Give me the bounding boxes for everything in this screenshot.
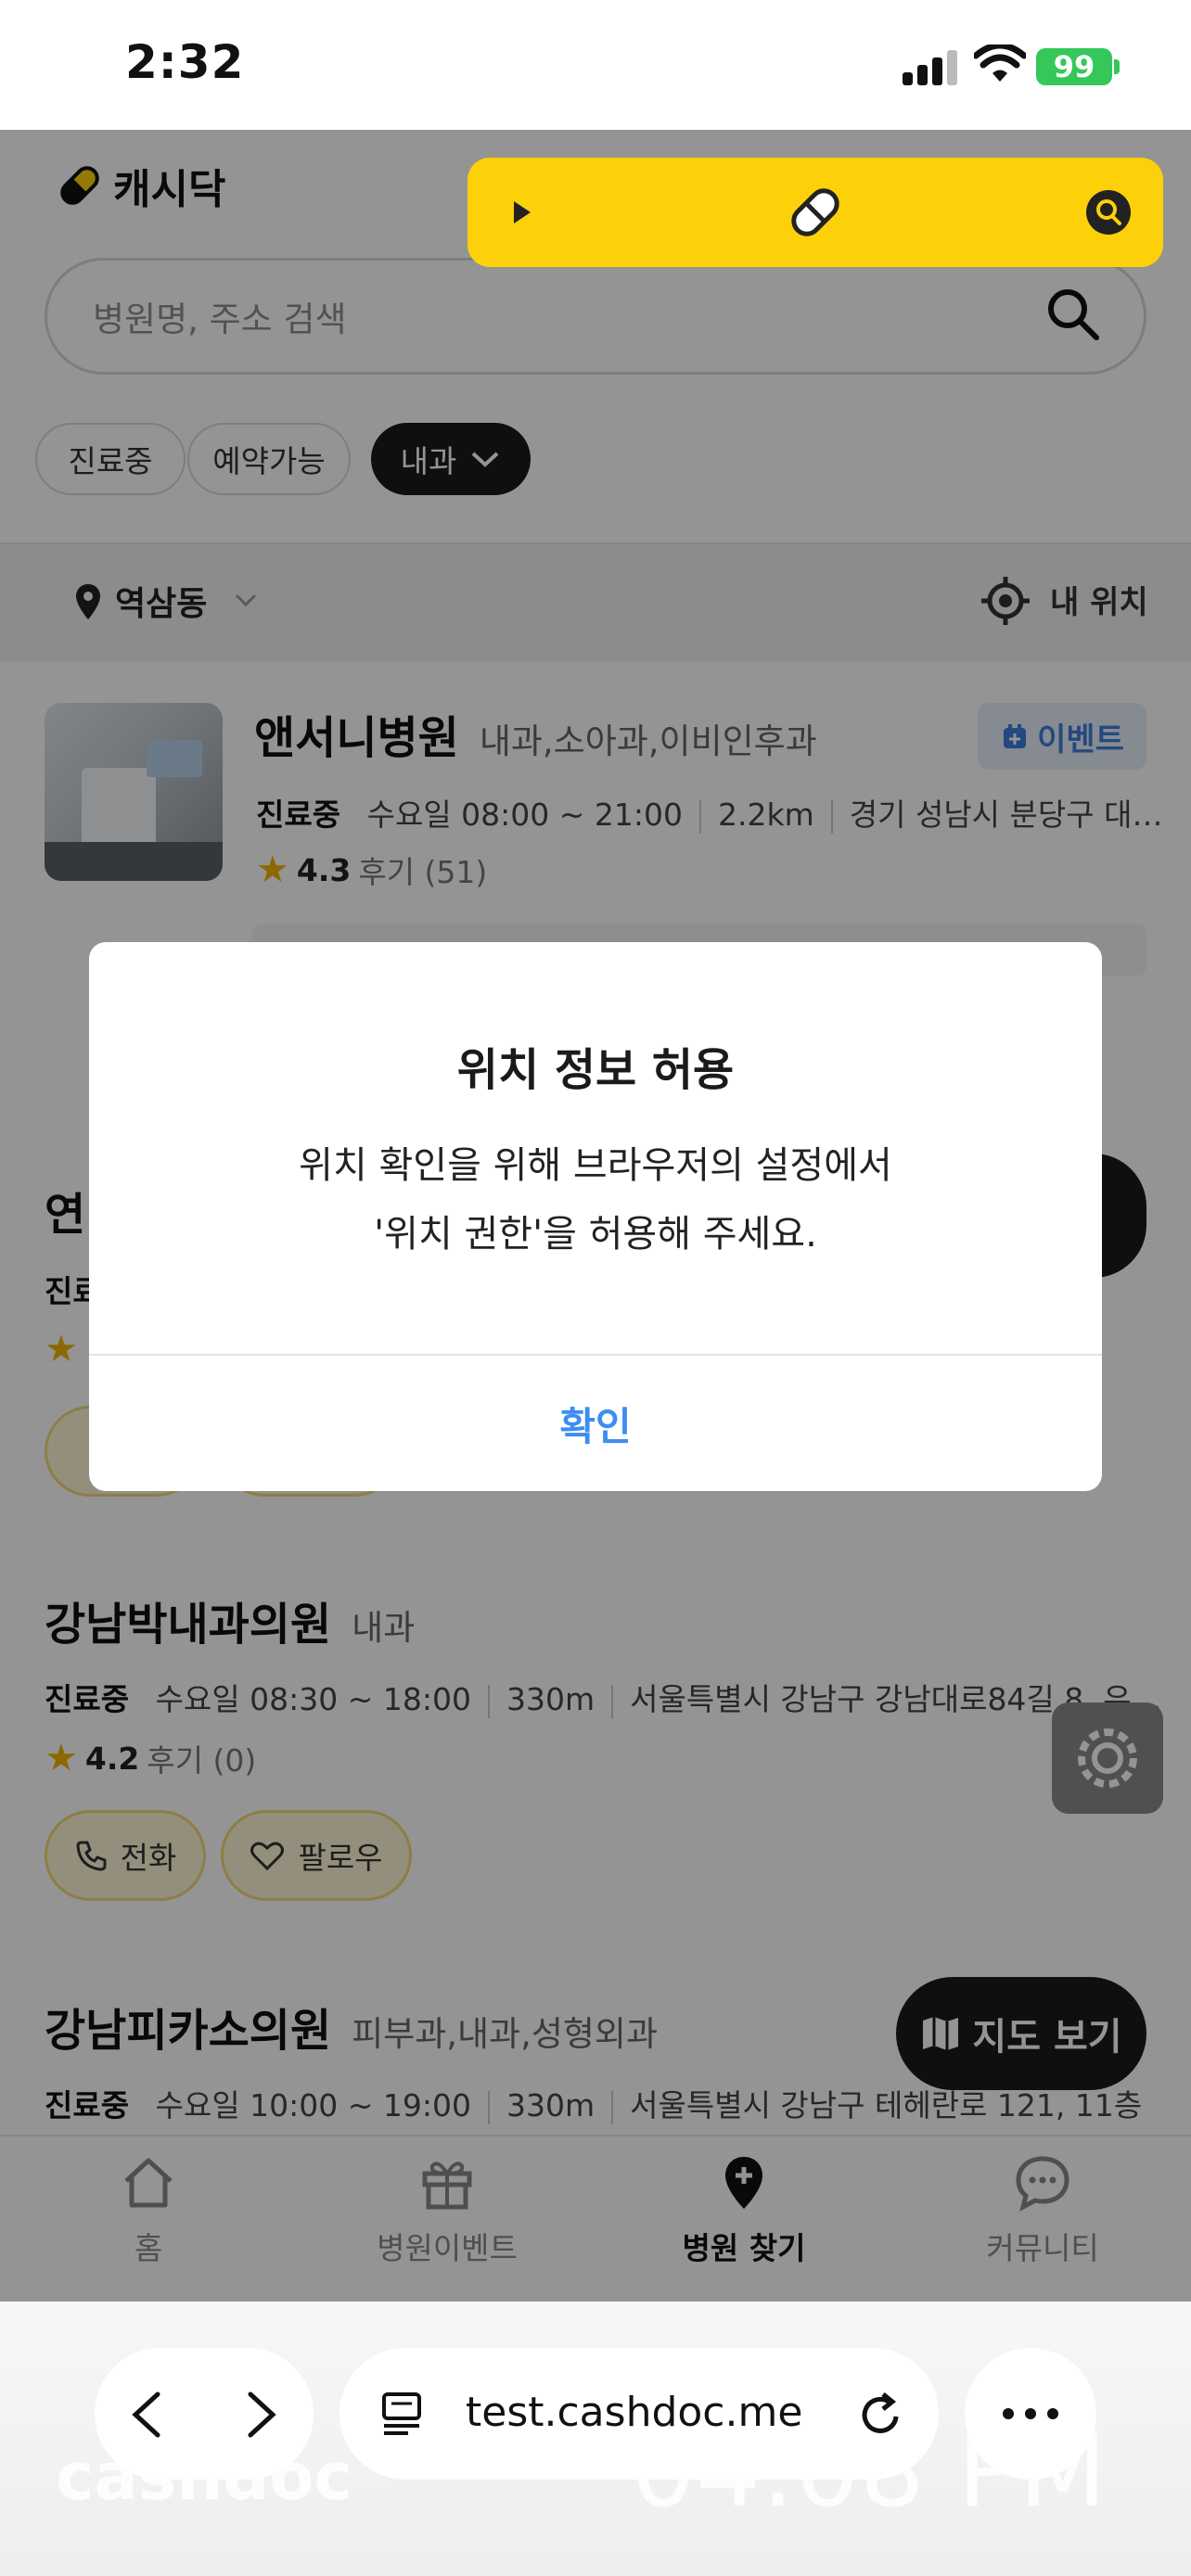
status-time: 2:32: [125, 35, 245, 89]
battery-tip: [1114, 59, 1120, 74]
wifi-icon: [974, 45, 1026, 82]
play-icon[interactable]: [510, 198, 534, 226]
dialog-message-line2: '위치 권한'을 허용해 주세요.: [374, 1213, 817, 1256]
search-icon[interactable]: [1083, 187, 1133, 237]
more-button[interactable]: [965, 2348, 1096, 2480]
more-dots-icon: [1003, 2408, 1058, 2419]
reload-icon[interactable]: [855, 2389, 907, 2441]
signal-icon: [903, 48, 958, 85]
dialog-message-line1: 위치 확인을 위해 브라우저의 설정에서: [299, 1144, 892, 1187]
dialog-message: 위치 확인을 위해 브라우저의 설정에서 '위치 권한'을 허용해 주세요.: [89, 1131, 1102, 1269]
reader-icon[interactable]: [380, 2391, 427, 2437]
pill-widget[interactable]: [467, 158, 1163, 267]
nav-buttons-group: [95, 2348, 314, 2480]
forward-icon[interactable]: [241, 2389, 282, 2441]
battery-icon: 99: [1036, 48, 1112, 85]
pill-icon: [791, 188, 839, 236]
back-icon[interactable]: [126, 2389, 167, 2441]
confirm-button[interactable]: 확인: [89, 1356, 1102, 1491]
dialog-title: 위치 정보 허용: [456, 1044, 735, 1096]
location-permission-dialog: 위치 정보 허용 위치 확인을 위해 브라우저의 설정에서 '위치 권한'을 허…: [89, 942, 1102, 1491]
url-text[interactable]: test.cashdoc.me: [466, 2389, 802, 2436]
